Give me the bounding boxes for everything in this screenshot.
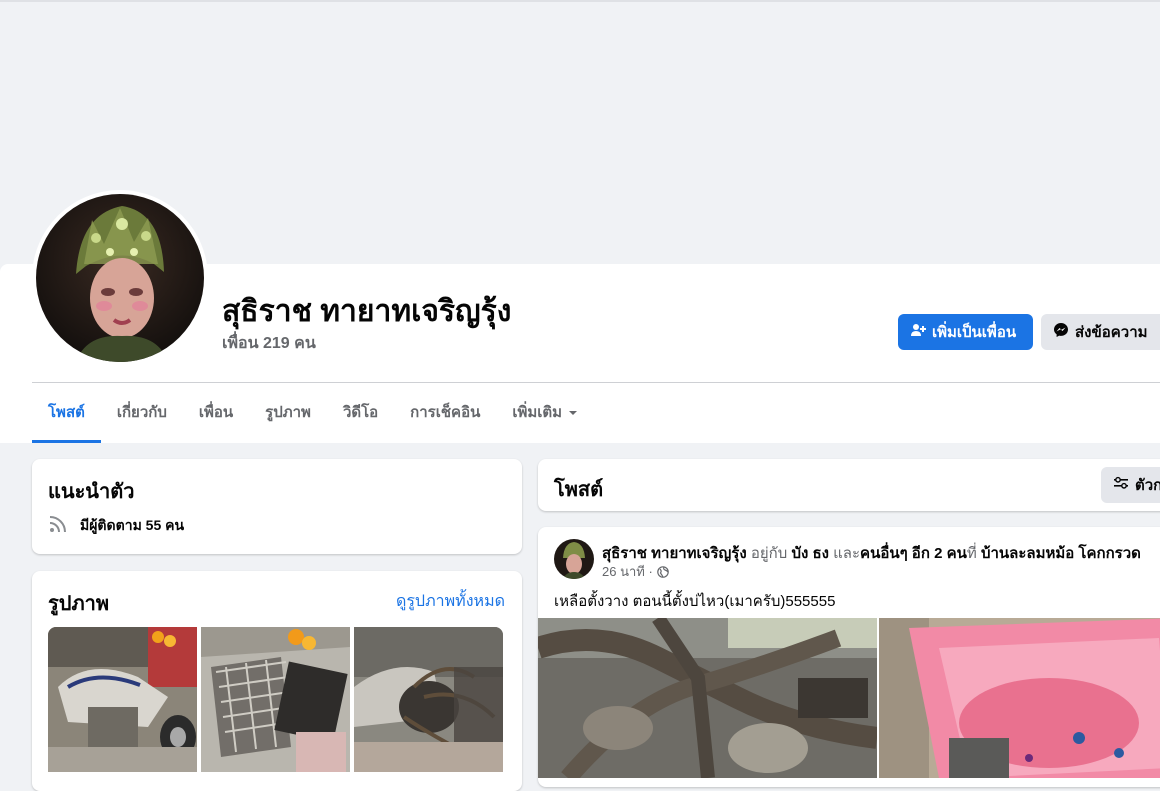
post-author-name[interactable]: สุธิราช ทายาทเจริญรุ้ง (602, 545, 747, 562)
tab-friends[interactable]: เพื่อน (183, 383, 249, 443)
friend-count[interactable]: เพื่อน 219 คน (222, 331, 316, 356)
message-label: ส่งข้อความ (1075, 324, 1148, 341)
post-photo[interactable] (879, 618, 1160, 778)
see-all-photos-link[interactable]: ดูรูปภาพทั้งหมด (396, 589, 505, 614)
post-header-line: สุธิราช ทายาทเจริญรุ้ง อยู่กับ บัง ธง แล… (602, 541, 1141, 565)
filter-button[interactable]: ตัวก (1101, 467, 1160, 503)
profile-name: สุธิราช ทายาทเจริญรุ้ง (222, 295, 512, 328)
add-friend-button[interactable]: เพิ่มเป็นเพื่อน (898, 314, 1033, 350)
post-timestamp[interactable]: 26 นาที · (602, 561, 653, 582)
post-and-text: และ (833, 545, 861, 562)
photo-thumbnail[interactable] (48, 627, 197, 772)
post-at-text: ที่ (966, 545, 977, 562)
post-with-text: อยู่กับ (750, 545, 788, 562)
intro-title: แนะนำตัว (48, 481, 135, 503)
photo-thumbnail[interactable] (354, 627, 503, 772)
intro-card: แนะนำตัว มีผู้ติดตาม 55 คน (32, 459, 522, 554)
tab-posts[interactable]: โพสต์ (32, 383, 101, 443)
photo-thumbnail[interactable] (201, 627, 350, 772)
post-photos (538, 618, 1160, 778)
tab-about[interactable]: เกี่ยวกับ (101, 383, 183, 443)
add-friend-label: เพิ่มเป็นเพื่อน (932, 324, 1017, 341)
tab-photos[interactable]: รูปภาพ (249, 383, 327, 443)
messenger-icon (1053, 322, 1075, 342)
post-author-avatar[interactable] (554, 539, 594, 579)
tab-more-label: เพิ่มเติม (512, 404, 563, 421)
followers-text: มีผู้ติดตาม 55 คน (80, 516, 185, 533)
post-others-link[interactable]: คนอื่นๆ อีก 2 คน (860, 545, 967, 562)
person-plus-icon (910, 322, 932, 342)
message-button[interactable]: ส่งข้อความ (1041, 314, 1160, 350)
post-photo[interactable] (538, 618, 877, 778)
profile-picture[interactable] (36, 194, 204, 362)
post-location[interactable]: บ้านละลมหม้อ โคกกรวด (981, 545, 1141, 562)
globe-icon (653, 565, 669, 578)
posts-title: โพสต์ (554, 479, 604, 501)
posts-header-card: โพสต์ ตัวก (538, 459, 1160, 511)
photos-title: รูปภาพ (48, 593, 110, 615)
post-card: สุธิราช ทายาทเจริญรุ้ง อยู่กับ บัง ธง แล… (538, 527, 1160, 787)
sliders-icon (1113, 475, 1135, 495)
post-meta: 26 นาที · (602, 561, 669, 582)
rss-icon (48, 514, 80, 537)
followers-row: มีผู้ติดตาม 55 คน (48, 514, 184, 537)
profile-tabs: โพสต์ เกี่ยวกับ เพื่อน รูปภาพ วิดีโอ การ… (32, 383, 594, 443)
tab-checkins[interactable]: การเช็คอิน (394, 383, 496, 443)
post-text: เหลือตั้งวาง ตอนนี้ตั้งบ่ไหว(เมาครับ)555… (554, 593, 836, 610)
post-tagged-person[interactable]: บัง ธง (791, 545, 829, 562)
tab-videos[interactable]: วิดีโอ (327, 383, 394, 443)
photo-thumbnails (48, 627, 503, 772)
caret-down-icon (568, 408, 578, 418)
filter-label: ตัวก (1135, 477, 1160, 494)
tab-more[interactable]: เพิ่มเติม (496, 383, 594, 443)
photos-card: รูปภาพ ดูรูปภาพทั้งหมด (32, 571, 522, 791)
